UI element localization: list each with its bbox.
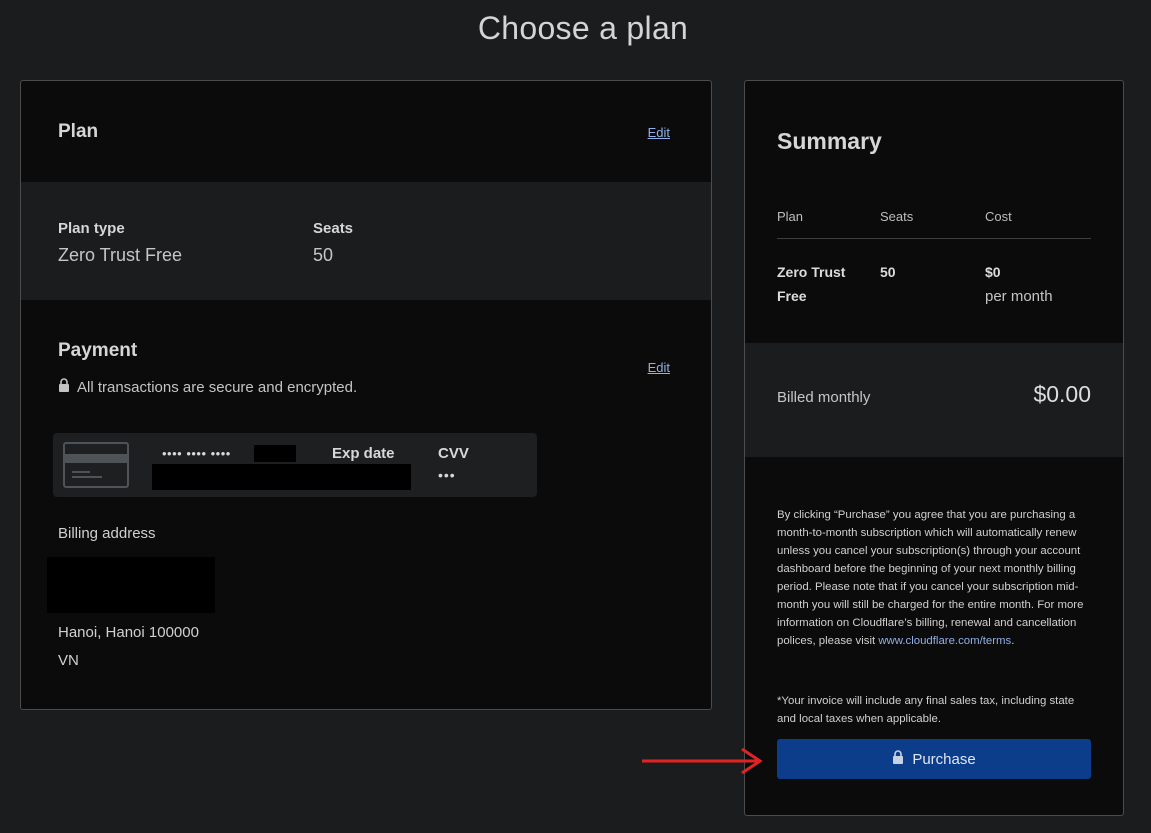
summary-seats: 50 xyxy=(880,264,896,280)
billed-label: Billed monthly xyxy=(777,389,871,406)
plan-details: Plan type Zero Trust Free Seats 50 xyxy=(21,182,711,300)
plan-type-label: Plan type xyxy=(58,220,125,237)
address-city: Hanoi, Hanoi 100000 xyxy=(58,624,199,641)
cvv-value: ••• xyxy=(438,467,456,483)
lock-icon xyxy=(58,378,70,396)
purchase-button[interactable]: Purchase xyxy=(777,739,1091,779)
summary-plan-name: Zero Trust Free xyxy=(777,264,846,304)
payment-edit-link[interactable]: Edit xyxy=(648,360,670,375)
secure-note-text: All transactions are secure and encrypte… xyxy=(77,378,358,396)
plan-type-value: Zero Trust Free xyxy=(58,245,183,265)
page-title: Choose a plan xyxy=(477,10,689,46)
seats-value: 50 xyxy=(313,245,334,265)
purchase-label: Purchase xyxy=(912,750,976,768)
summary-cost-period: per month xyxy=(985,288,1053,305)
billed-amount: $0.00 xyxy=(1033,381,1091,407)
redacted-address xyxy=(47,557,215,613)
redacted-cardholder xyxy=(152,464,411,490)
summary-title: Summary xyxy=(777,128,882,154)
seats-label: Seats xyxy=(313,220,354,237)
redacted-card-digits xyxy=(254,445,296,462)
payment-card-details: •••• •••• •••• Exp date CVV ••• xyxy=(53,433,537,497)
payment-section-title: Payment xyxy=(58,340,138,361)
summary-cost: $0 xyxy=(985,264,1001,280)
exp-date-label: Exp date xyxy=(332,445,395,462)
terms-link[interactable]: www.cloudflare.com/terms xyxy=(878,635,1011,647)
plan-edit-link[interactable]: Edit xyxy=(648,125,670,140)
card-number-masked: •••• •••• •••• xyxy=(162,446,231,461)
billing-address-label: Billing address xyxy=(58,525,156,542)
plan-section-title: Plan xyxy=(58,121,99,142)
summary-col-plan: Plan xyxy=(777,209,804,224)
plan-header: Plan Edit xyxy=(21,81,711,182)
credit-card-icon xyxy=(63,442,129,488)
summary-col-cost: Cost xyxy=(985,209,1012,224)
lock-icon xyxy=(892,750,904,768)
cvv-label: CVV xyxy=(438,445,469,462)
billed-total: Billed monthly $0.00 xyxy=(745,343,1123,457)
plan-payment-card: Plan Edit Plan type Zero Trust Free Seat… xyxy=(20,80,712,710)
address-country: VN xyxy=(58,652,79,669)
terms-text: By clicking “Purchase” you agree that yo… xyxy=(777,509,1084,647)
annotation-arrow-icon xyxy=(642,748,763,775)
summary-card: Summary Plan Seats Cost Zero Trust Free … xyxy=(744,80,1124,816)
summary-divider xyxy=(777,238,1091,239)
summary-col-seats: Seats xyxy=(880,209,914,224)
secure-note: All transactions are secure and encrypte… xyxy=(58,378,357,396)
tax-note: *Your invoice will include any final sal… xyxy=(777,695,1075,725)
